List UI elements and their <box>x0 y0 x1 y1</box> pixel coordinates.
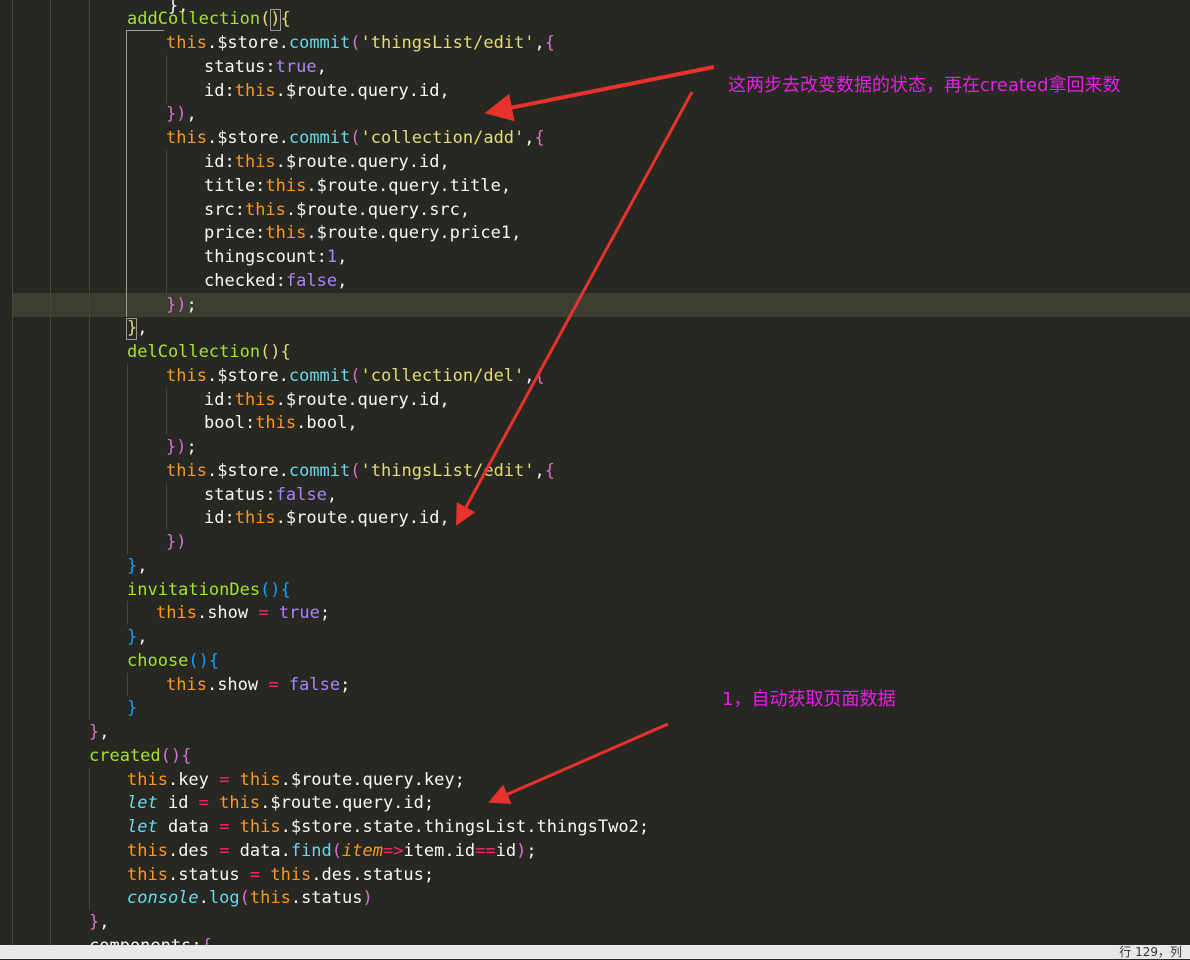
code-line: thingscount:1, <box>204 247 348 267</box>
code-line: price:this.$route.query.price1, <box>204 223 522 243</box>
indent-guide <box>89 768 90 910</box>
code-line: this.key = this.$route.query.key; <box>127 770 465 790</box>
code-line: this.show = true; <box>156 603 331 623</box>
code-line: }, <box>127 556 148 576</box>
code-line: addCollection(){ <box>127 9 291 29</box>
code-line: status:false, <box>204 485 338 505</box>
code-line: let data = this.$store.state.thingsList.… <box>127 817 650 837</box>
code-line: this.status = this.des.status; <box>127 865 435 885</box>
code-line: src:this.$route.query.src, <box>204 200 471 220</box>
code-line: invitationDes(){ <box>127 580 291 600</box>
bracket-match-box <box>126 30 164 317</box>
indent-guide <box>166 483 167 530</box>
code-line: checked:false, <box>204 271 348 291</box>
code-line: delCollection(){ <box>127 342 291 362</box>
code-line: title:this.$route.query.title, <box>204 176 512 196</box>
arrow-to-thingslist-edit <box>484 65 715 122</box>
code-line: let id = this.$route.query.id; <box>127 793 435 813</box>
indent-guide <box>89 0 90 720</box>
code-line: this.$store.commit('thingsList/edit',{ <box>166 33 556 53</box>
indent-guide <box>127 364 128 554</box>
code-line: } <box>127 698 138 718</box>
code-editor[interactable]: }, addCollection(){ this.$store.commit('… <box>0 0 1190 945</box>
code-line: id:this.$route.query.id, <box>204 508 450 528</box>
code-line: id:this.$route.query.id, <box>204 81 450 101</box>
code-line: }) <box>166 532 187 552</box>
code-line: bool:this.bool, <box>204 413 358 433</box>
code-line: }, <box>89 912 110 932</box>
code-line: this.$store.commit('collection/add',{ <box>166 128 545 148</box>
code-line: }); <box>166 295 197 315</box>
indent-guide <box>166 150 167 293</box>
annotation-note-bottom: 1，自动获取页面数据 <box>722 689 896 710</box>
code-line: }, <box>89 722 110 742</box>
annotation-note-top: 这两步去改变数据的状态，再在created拿回来数 <box>728 75 1121 96</box>
code-line: status:true, <box>204 57 327 77</box>
indent-guide <box>12 0 13 945</box>
code-line: components:{ <box>89 934 212 945</box>
indent-guide <box>127 673 128 696</box>
indent-guide <box>166 55 167 103</box>
arrow-to-created <box>488 722 669 804</box>
code-line: id:this.$route.query.id, <box>204 152 450 172</box>
code-line: }, <box>127 627 148 647</box>
code-line: created(){ <box>89 746 192 766</box>
code-line: }, <box>127 318 148 338</box>
code-line: }), <box>166 104 197 124</box>
code-line: }); <box>166 437 197 457</box>
indent-guide <box>166 388 167 435</box>
code-line: this.$store.commit('thingsList/edit',{ <box>166 461 556 481</box>
code-line: this.$store.commit('collection/del',{ <box>166 366 545 386</box>
code-line: this.des = data.find(item=>item.id==id); <box>127 841 537 861</box>
indent-guide <box>127 601 128 625</box>
code-line: this.show = false; <box>166 675 351 695</box>
indent-guide <box>50 0 51 945</box>
code-line: console.log(this.status) <box>127 888 373 908</box>
status-bar: 行 129，列 <box>0 945 1190 959</box>
code-line: choose(){ <box>127 651 220 671</box>
code-line: id:this.$route.query.id, <box>204 390 450 410</box>
cursor-position: 行 129，列 <box>1119 945 1182 959</box>
code-token: addCollection <box>127 9 261 29</box>
